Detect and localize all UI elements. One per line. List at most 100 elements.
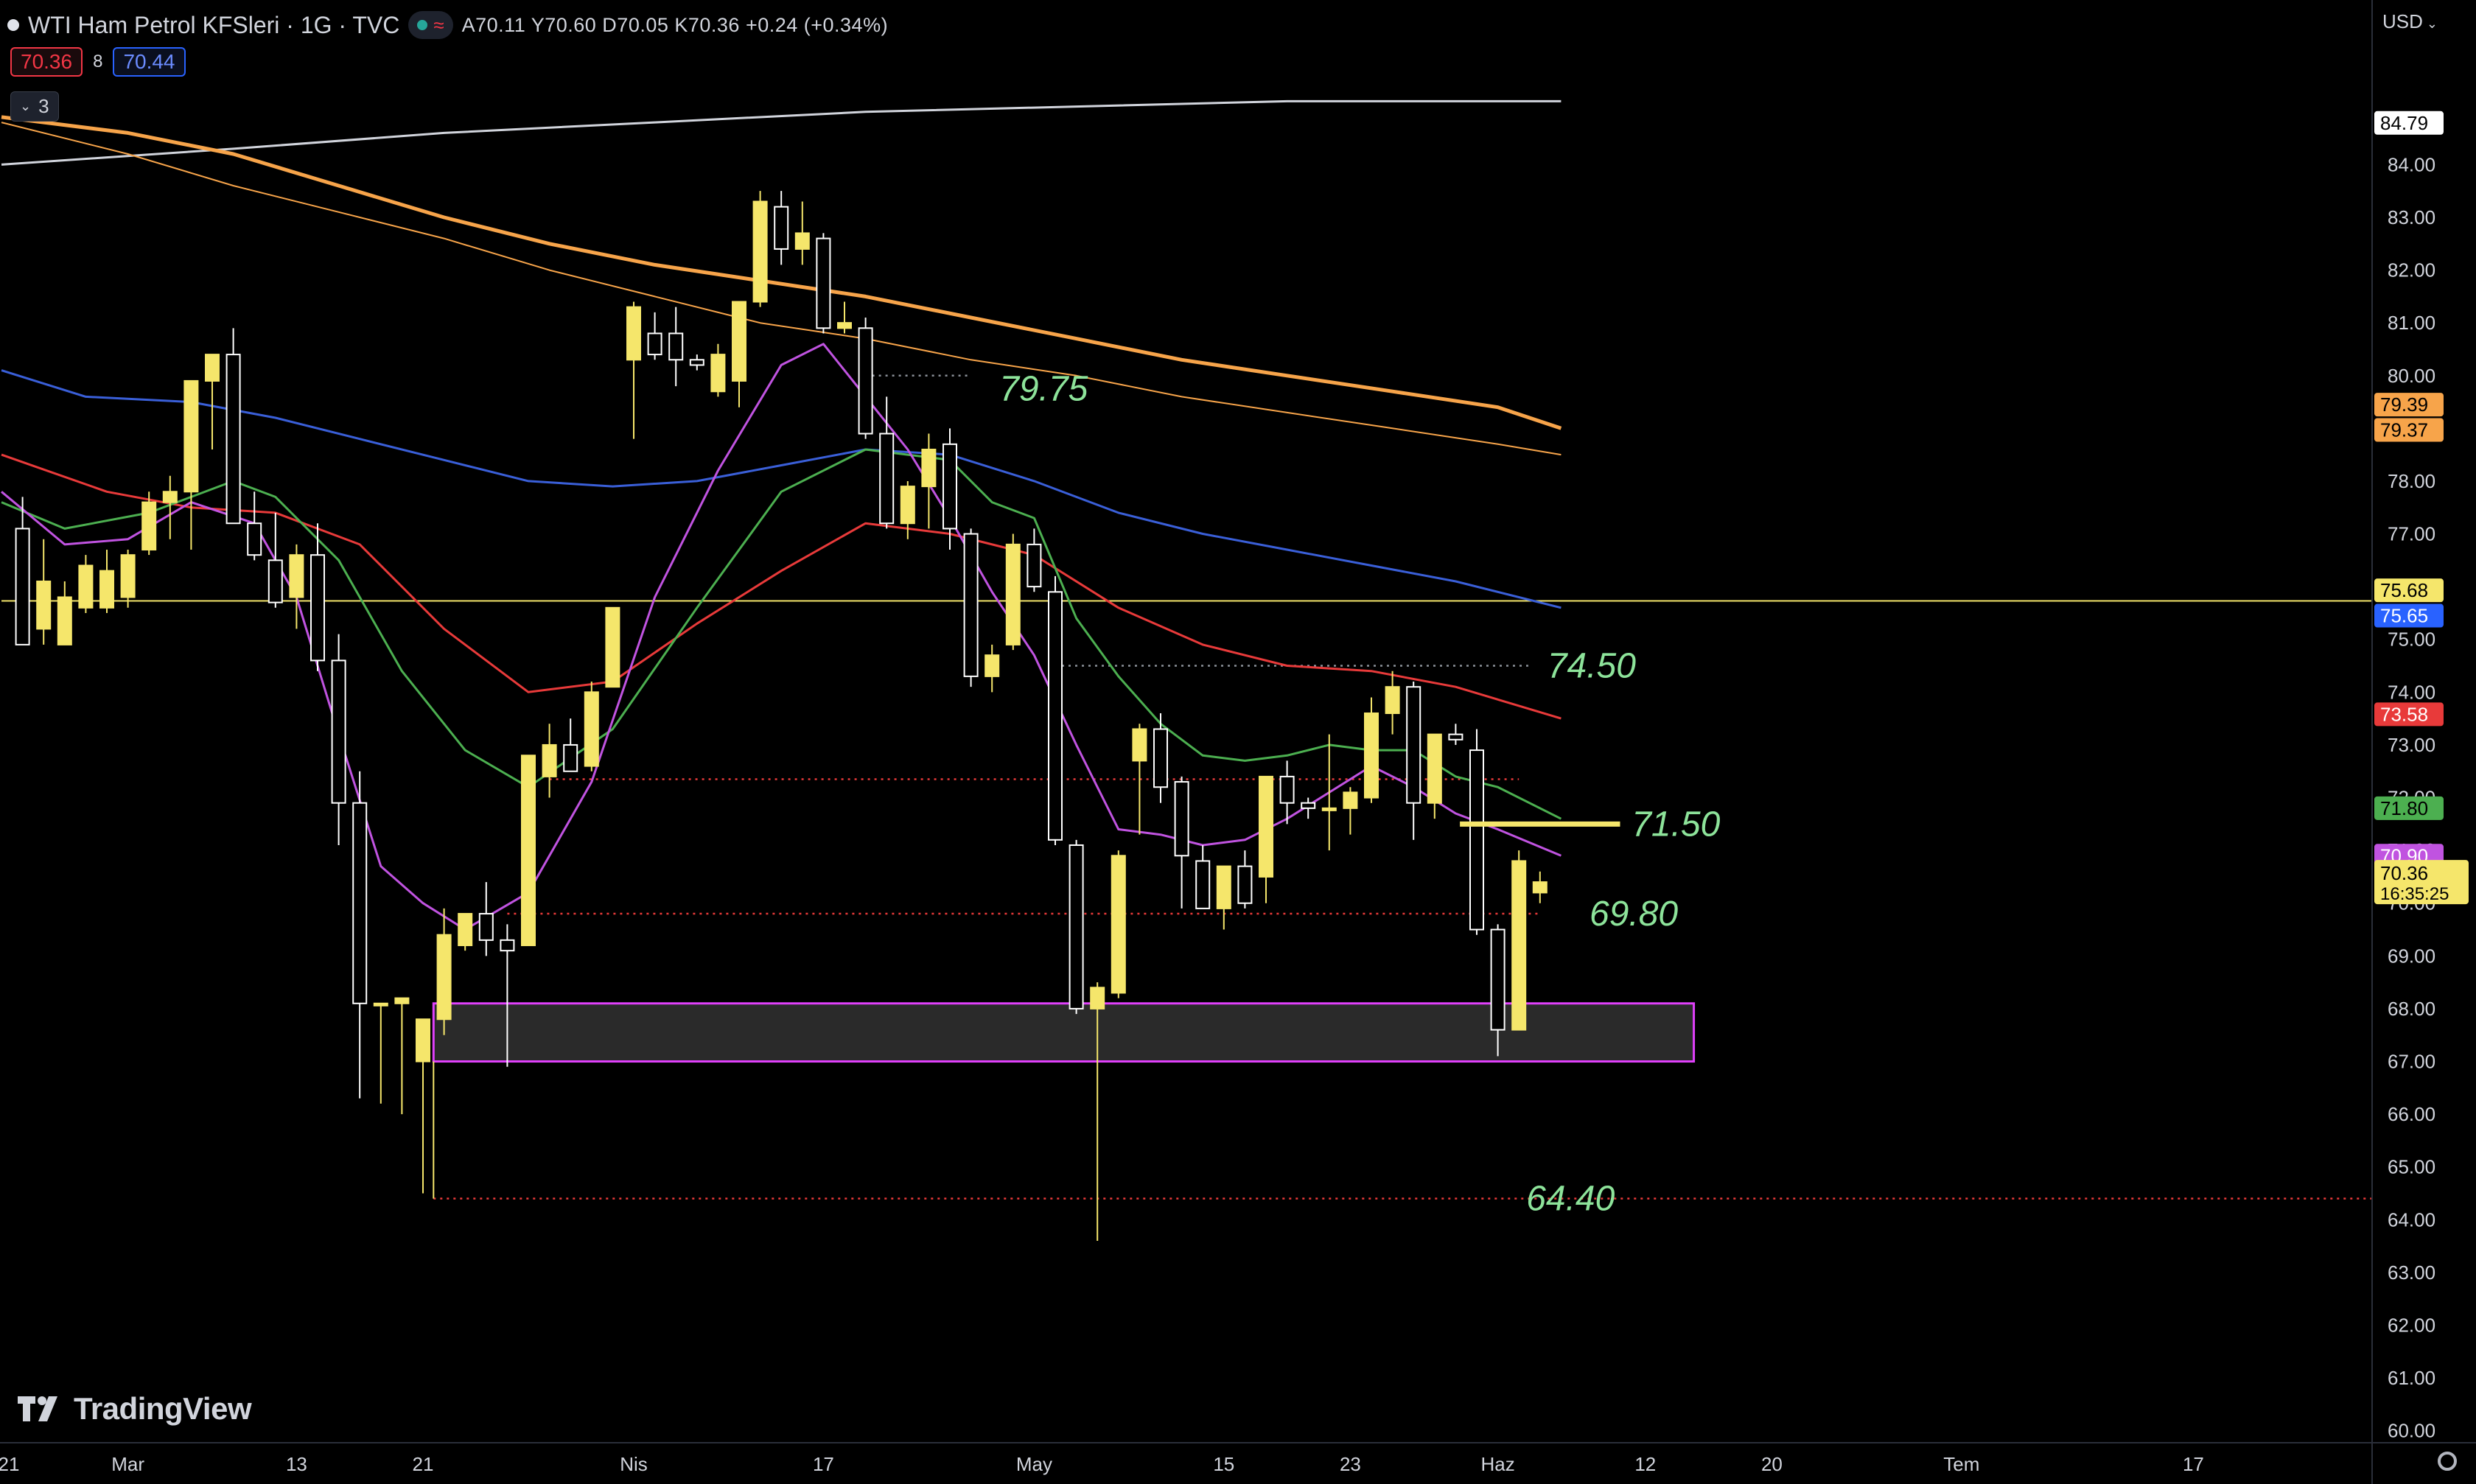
- candle-body[interactable]: [1321, 807, 1337, 811]
- price-annotation[interactable]: 74.50: [1548, 647, 1636, 686]
- candle-body[interactable]: [478, 913, 494, 941]
- price-tag-label: 84.79: [2380, 112, 2428, 134]
- candle-body[interactable]: [647, 332, 662, 356]
- candle-body[interactable]: [521, 755, 536, 947]
- time-axis-label: Haz: [1480, 1453, 1514, 1475]
- candle-body[interactable]: [563, 743, 578, 772]
- candle-body[interactable]: [1469, 749, 1484, 931]
- buy-price-button[interactable]: 70.44: [113, 47, 186, 77]
- candle-body[interactable]: [1427, 733, 1442, 804]
- currency-selector[interactable]: USD ⌄: [2382, 10, 2438, 33]
- tradingview-logo[interactable]: TradingView: [18, 1391, 252, 1427]
- candle-body[interactable]: [668, 332, 684, 361]
- price-axis-label: 81.00: [2388, 312, 2435, 334]
- price-axis-label: 62.00: [2388, 1315, 2435, 1337]
- candle-body[interactable]: [1195, 860, 1211, 909]
- market-status-pill[interactable]: ≈: [408, 11, 453, 39]
- candle-body[interactable]: [752, 200, 768, 303]
- candle-body[interactable]: [1111, 855, 1126, 994]
- candle-body[interactable]: [183, 379, 199, 493]
- candle-body[interactable]: [247, 522, 262, 556]
- candle-body[interactable]: [985, 654, 1000, 677]
- candle-body[interactable]: [943, 443, 957, 530]
- candle-body[interactable]: [1216, 865, 1231, 909]
- candle-body[interactable]: [352, 802, 368, 1004]
- candle-body[interactable]: [15, 528, 30, 645]
- candle-body[interactable]: [1174, 781, 1189, 857]
- candle-body[interactable]: [267, 559, 283, 603]
- candle-body[interactable]: [1027, 543, 1042, 588]
- candle-body[interactable]: [1406, 686, 1421, 804]
- candle-body[interactable]: [57, 596, 72, 645]
- gear-icon[interactable]: [2438, 1452, 2457, 1471]
- candle-body[interactable]: [879, 433, 895, 525]
- price-axis-label: 77.00: [2388, 523, 2435, 545]
- candle-body[interactable]: [626, 306, 641, 361]
- candle-body[interactable]: [1343, 791, 1358, 809]
- candle-body[interactable]: [394, 997, 410, 1004]
- symbol-title[interactable]: WTI Ham Petrol KFSleri · 1G · TVC: [28, 12, 399, 39]
- candle-body[interactable]: [837, 322, 852, 329]
- indicators-toggle-button[interactable]: ⌄ 3: [10, 91, 59, 122]
- candle-body[interactable]: [1153, 728, 1168, 788]
- candle-body[interactable]: [331, 659, 346, 804]
- candle-body[interactable]: [921, 448, 937, 488]
- candle-body[interactable]: [310, 554, 325, 662]
- candle-body[interactable]: [205, 354, 220, 382]
- candle-body[interactable]: [1132, 728, 1147, 762]
- candle-body[interactable]: [1237, 865, 1253, 904]
- candle-body[interactable]: [416, 1018, 430, 1063]
- candle-body[interactable]: [710, 354, 726, 393]
- candle-body[interactable]: [1532, 881, 1548, 894]
- price-axis-label: 74.00: [2388, 681, 2435, 703]
- price-axis-label: 78.00: [2388, 470, 2435, 492]
- price-annotation[interactable]: 69.80: [1590, 895, 1678, 934]
- time-axis-label: 15: [1213, 1453, 1234, 1475]
- candle-body[interactable]: [373, 1002, 388, 1007]
- candle-body[interactable]: [794, 232, 810, 250]
- candle-body[interactable]: [458, 913, 473, 947]
- candle-body[interactable]: [963, 533, 979, 677]
- candle-body[interactable]: [732, 301, 746, 382]
- price-axis-label: 69.00: [2388, 945, 2435, 967]
- candle-body[interactable]: [1448, 733, 1463, 741]
- price-annotation[interactable]: 79.75: [999, 370, 1088, 409]
- candle-body[interactable]: [816, 237, 831, 329]
- price-axis-label: 84.00: [2388, 153, 2435, 175]
- candle-body[interactable]: [78, 564, 94, 609]
- price-axis-label: 61.00: [2388, 1367, 2435, 1389]
- price-annotation[interactable]: 71.50: [1632, 805, 1720, 844]
- candle-body[interactable]: [774, 206, 789, 250]
- sell-price-button[interactable]: 70.36: [10, 47, 83, 77]
- candle-body[interactable]: [289, 554, 304, 598]
- ohlc-values: A70.11 Y70.60 D70.05 K70.36 +0.24 (+0.34…: [461, 13, 889, 36]
- candle-body[interactable]: [1259, 775, 1273, 878]
- candle-body[interactable]: [1279, 775, 1295, 804]
- candle-body[interactable]: [1301, 802, 1316, 809]
- candle-body[interactable]: [500, 939, 515, 952]
- candle-body[interactable]: [120, 554, 136, 598]
- candle-body[interactable]: [436, 934, 452, 1021]
- candle-body[interactable]: [605, 606, 620, 688]
- candle-body[interactable]: [858, 327, 873, 435]
- candle-body[interactable]: [689, 359, 704, 366]
- candle-body[interactable]: [1385, 686, 1400, 714]
- price-chart[interactable]: 79.75 74.50 71.50 69.80 64.40 84.00 83.00 82.00…: [0, 0, 2476, 1484]
- candle-body[interactable]: [1069, 844, 1084, 1009]
- candle-body[interactable]: [1511, 860, 1527, 1031]
- candle-body[interactable]: [584, 691, 599, 767]
- candle-body[interactable]: [1364, 712, 1379, 799]
- candle-body[interactable]: [900, 486, 915, 525]
- candle-body[interactable]: [99, 570, 114, 609]
- candle-body[interactable]: [141, 501, 157, 551]
- candle-body[interactable]: [36, 580, 52, 630]
- candle-body[interactable]: [1090, 987, 1105, 1009]
- candle-body[interactable]: [162, 491, 178, 503]
- time-axis-label: May: [1016, 1453, 1052, 1475]
- price-annotation[interactable]: 64.40: [1526, 1180, 1615, 1219]
- candle-body[interactable]: [542, 743, 557, 777]
- candle-body[interactable]: [1005, 543, 1021, 645]
- candle-body[interactable]: [225, 354, 241, 525]
- candle-body[interactable]: [1048, 591, 1063, 841]
- candle-body[interactable]: [1490, 928, 1505, 1031]
